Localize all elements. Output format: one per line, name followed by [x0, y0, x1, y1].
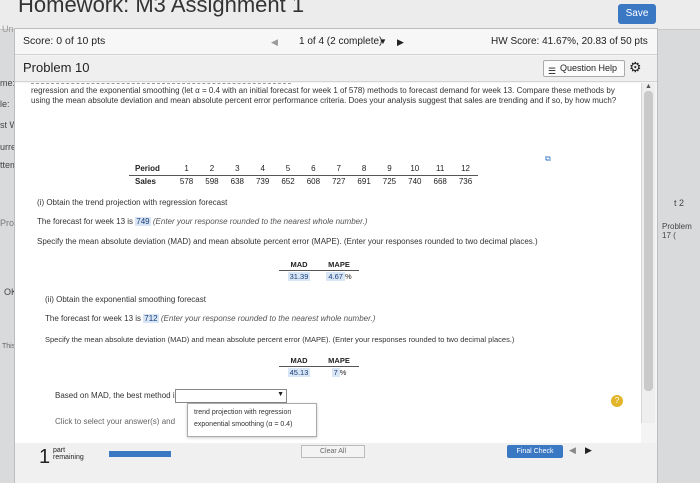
percent-sign: % — [344, 271, 352, 281]
question-help-label: Question Help — [560, 63, 618, 73]
parts-remaining-count: 1 — [39, 446, 51, 468]
part-ii-forecast-prefix: The forecast for week 13 is — [45, 314, 142, 323]
part-ii-forecast-input[interactable]: 712 — [143, 314, 159, 323]
window-title-bar: Homework: M3 Assignment 1 Save — [0, 0, 700, 30]
part-i-error-table: MAD MAPE 31.39 4.67% — [279, 259, 359, 282]
period-cell: 9 — [376, 163, 403, 176]
period-cell: 5 — [275, 163, 301, 176]
part-i-forecast-input[interactable]: 749 — [135, 217, 151, 226]
part-label: part — [53, 447, 66, 454]
sales-cell: 598 — [205, 176, 219, 186]
next-question-icon[interactable]: ▶ — [397, 37, 404, 48]
sales-header: Sales — [135, 176, 156, 186]
bg-fragment: Pro — [0, 218, 15, 228]
prev-part-icon[interactable]: ◀ — [569, 445, 576, 456]
gear-icon[interactable]: ⚙ — [629, 59, 642, 76]
bg-fragment: me: — [0, 78, 16, 88]
part-i-error-prompt: Specify the mean absolute deviation (MAD… — [37, 237, 538, 246]
sales-cell: 736 — [458, 176, 473, 186]
footer-bar: 1 part remaining Clear All Final Check ◀… — [15, 443, 657, 483]
part-ii-error-table: MAD MAPE 45.13 7% — [279, 355, 359, 378]
part-i-mad-input[interactable]: 31.39 — [287, 271, 311, 281]
percent-sign: % — [339, 367, 347, 377]
chevron-down-icon[interactable]: ▼ — [379, 37, 387, 46]
divider — [31, 83, 291, 84]
best-method-prompt: Based on MAD, the best method is — [55, 391, 179, 400]
progress-bar — [109, 451, 171, 457]
period-cell: 4 — [249, 163, 276, 176]
data-table: Period 1 2 3 4 5 6 7 8 9 10 11 12 Sales 578 598 638 73… — [129, 163, 479, 187]
scroll-up-icon[interactable]: ▲ — [645, 83, 652, 90]
part-ii-mape-input[interactable]: 7 — [331, 367, 340, 377]
parts-remaining-label: part remaining — [53, 447, 84, 461]
best-method-select[interactable]: ▼ — [175, 389, 287, 403]
sales-cell: 608 — [306, 176, 321, 186]
period-cell: 10 — [402, 163, 428, 176]
part-i-forecast-line: The forecast for week 13 is 749 (Enter y… — [37, 217, 367, 226]
help-icon[interactable]: ? — [611, 395, 623, 407]
sales-cell: 691 — [357, 176, 371, 186]
chevron-down-icon: ▼ — [277, 391, 284, 398]
clear-all-button[interactable]: Clear All — [301, 445, 365, 458]
period-header: Period — [129, 163, 174, 176]
list-icon: ☰ — [548, 66, 557, 76]
bg-fragment: Problem 17 ( — [662, 222, 692, 240]
next-part-icon[interactable]: ▶ — [585, 445, 592, 456]
dropdown-option[interactable]: trend projection with regression — [194, 409, 291, 416]
copy-data-icon[interactable]: ⧉ — [545, 154, 551, 164]
scroll-thumb[interactable] — [644, 91, 653, 391]
click-hint: Click to select your answer(s) and — [55, 417, 176, 426]
sales-cell: 578 — [179, 176, 194, 186]
problem-header: Problem 10 ☰ Question Help ⚙ — [15, 56, 657, 82]
dropdown-option[interactable]: exponential smoothing (α = 0.4) — [194, 421, 292, 428]
final-check-button[interactable]: Final Check — [507, 445, 563, 458]
mape-header: MAPE — [319, 355, 359, 367]
question-content: regression and the exponential smoothing… — [15, 83, 641, 443]
part-ii-error-prompt: Specify the mean absolute deviation (MAD… — [45, 335, 515, 344]
period-cell: 3 — [224, 163, 250, 176]
save-button[interactable]: Save — [618, 4, 656, 24]
sales-cell: 668 — [433, 176, 447, 186]
mape-header: MAPE — [319, 259, 359, 271]
problem-title: Problem 10 — [23, 60, 90, 75]
prev-question-icon[interactable]: ◀ — [271, 37, 278, 48]
scrollbar[interactable]: ▲ — [641, 83, 655, 423]
period-cell: 11 — [427, 163, 453, 176]
period-cell: 8 — [351, 163, 377, 176]
hw-score: HW Score: 41.67%, 20.83 of 50 pts — [491, 36, 648, 47]
part-i-heading: (i) Obtain the trend projection with reg… — [37, 198, 228, 207]
period-cell: 6 — [300, 163, 327, 176]
score-bar: Score: 0 of 10 pts ◀ 1 of 4 (2 complete)… — [15, 29, 657, 55]
sales-cell: 638 — [230, 176, 244, 186]
bg-fragment: t 2 — [674, 198, 685, 208]
part-ii-forecast-hint: (Enter your response rounded to the near… — [160, 314, 376, 323]
part-ii-forecast-line: The forecast for week 13 is 712 (Enter y… — [45, 314, 375, 323]
part-i-mape-input[interactable]: 4.67 — [326, 271, 345, 281]
mad-header: MAD — [279, 259, 319, 271]
bg-fragment: Un — [2, 24, 14, 34]
sales-cell: 725 — [382, 176, 397, 186]
sales-cell: 727 — [332, 176, 346, 186]
sales-cell: 739 — [255, 176, 270, 186]
sales-cell: 652 — [281, 176, 295, 186]
mad-header: MAD — [279, 355, 319, 367]
part-i-forecast-hint: (Enter your response rounded to the near… — [152, 217, 368, 226]
part-ii-heading: (ii) Obtain the exponential smoothing fo… — [45, 295, 206, 304]
part-i-forecast-prefix: The forecast for week 13 is — [37, 217, 134, 226]
period-cell: 7 — [326, 163, 352, 176]
problem-panel: Score: 0 of 10 pts ◀ 1 of 4 (2 complete)… — [14, 28, 658, 483]
window-title: Homework: M3 Assignment 1 — [18, 0, 305, 17]
score-label: Score: 0 of 10 pts — [23, 35, 106, 47]
period-cell: 2 — [199, 163, 225, 176]
period-cell: 1 — [173, 163, 200, 176]
best-method-dropdown: trend projection with regression exponen… — [187, 403, 317, 437]
part-ii-mad-input[interactable]: 45.13 — [287, 367, 311, 377]
question-text: regression and the exponential smoothing… — [31, 86, 617, 105]
remaining-label: remaining — [53, 454, 84, 461]
period-cell: 12 — [452, 163, 479, 176]
question-position[interactable]: 1 of 4 (2 complete) — [299, 36, 382, 47]
question-help-button[interactable]: ☰ Question Help — [543, 60, 625, 77]
sales-cell: 740 — [408, 176, 422, 186]
bg-fragment: le: — [0, 99, 10, 109]
